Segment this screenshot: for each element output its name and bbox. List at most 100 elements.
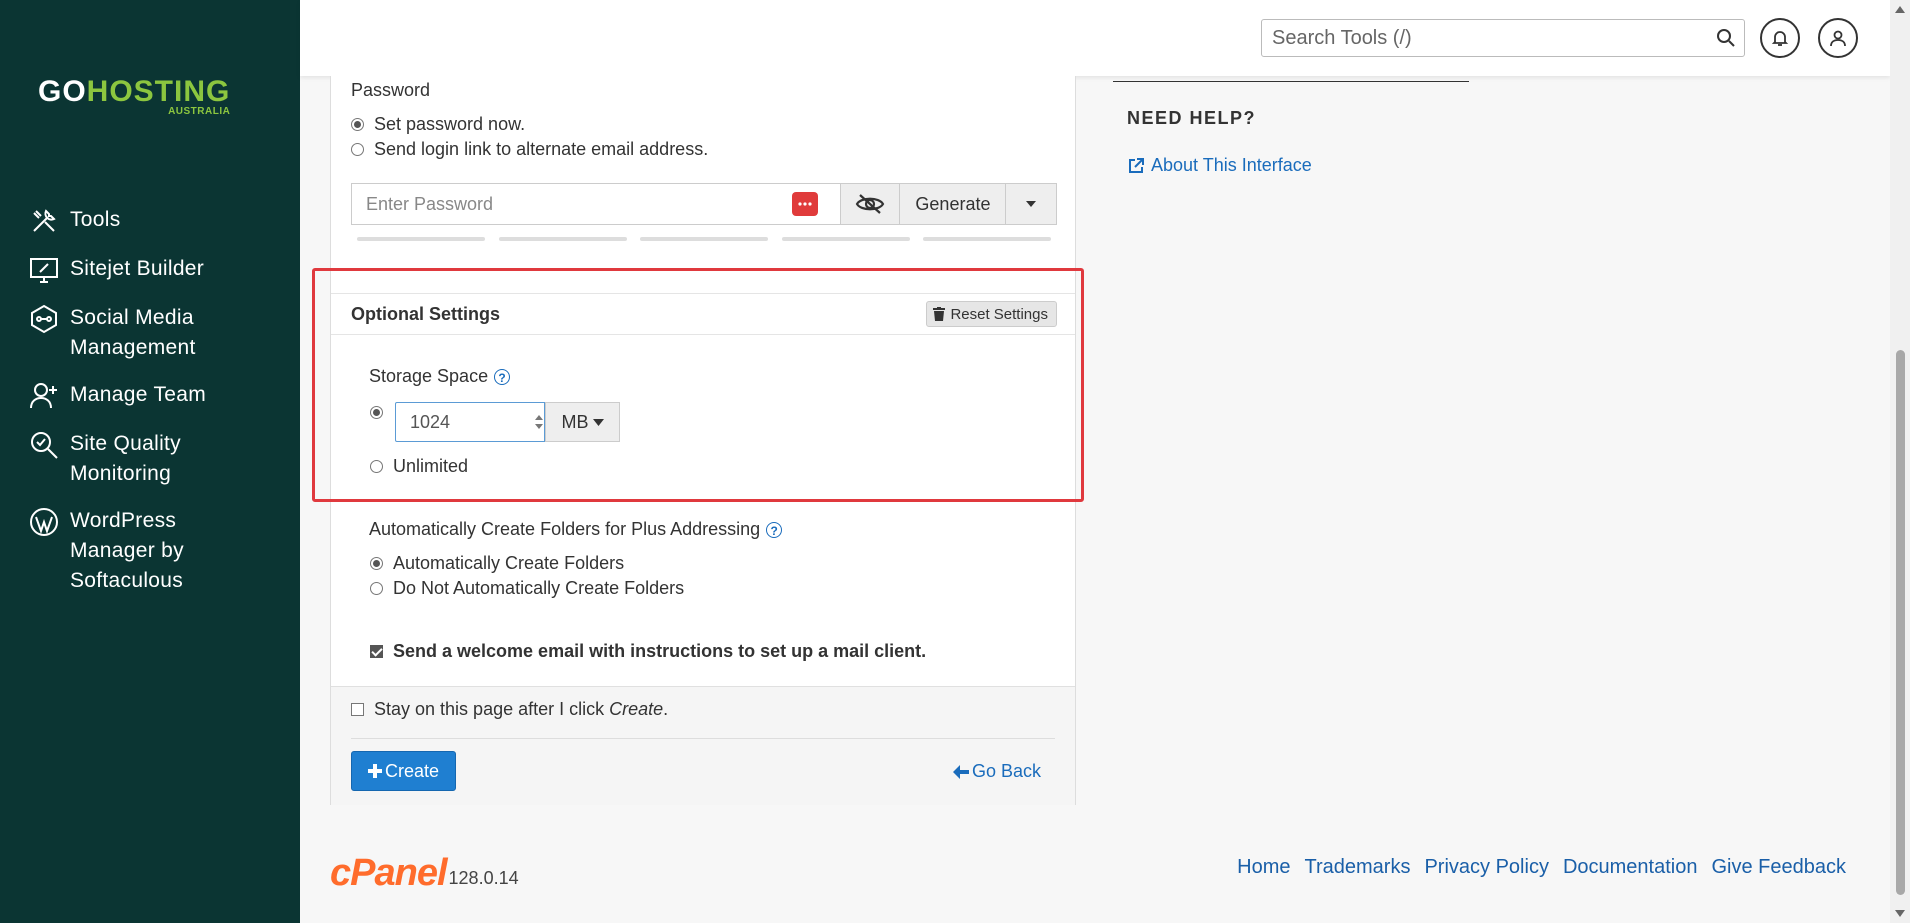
scroll-thumb[interactable] (1896, 350, 1905, 895)
search-input[interactable] (1262, 20, 1702, 56)
notifications-button[interactable] (1760, 18, 1800, 58)
create-button[interactable]: Create (351, 751, 456, 791)
storage-limited-radio[interactable] (370, 406, 383, 419)
stay-on-page-checkbox[interactable] (351, 703, 364, 716)
sidebar-item-label: WordPress Manager by Softaculous (70, 509, 184, 592)
social-media-icon (31, 304, 57, 334)
plus-addressing-text: Automatically Create Folders for Plus Ad… (369, 519, 761, 539)
search-quality-icon (31, 432, 58, 459)
top-bar (300, 0, 1890, 76)
set-password-radio[interactable] (351, 118, 364, 131)
cpanel-logo[interactable]: cPanel 128.0.14 (330, 852, 519, 894)
password-input-group: Generate (351, 183, 1057, 225)
gohosting-logo[interactable]: GOHOSTING AUSTRALIA (38, 75, 231, 118)
search-icon[interactable] (1716, 28, 1736, 48)
eye-slash-icon (855, 194, 885, 214)
storage-unlimited-option[interactable]: Unlimited (370, 456, 468, 477)
no-auto-create-folders-label: Do Not Automatically Create Folders (393, 578, 685, 598)
storage-unit-label: MB (561, 411, 589, 432)
storage-space-text: Storage Space (369, 366, 489, 386)
send-login-link-radio[interactable] (351, 143, 364, 156)
cpanel-mark: cPanel (330, 852, 448, 894)
password-input[interactable] (352, 184, 840, 224)
welcome-email-checkbox[interactable] (370, 645, 383, 658)
search-box (1261, 19, 1745, 57)
add-user-icon (30, 383, 57, 409)
storage-unlimited-label: Unlimited (393, 456, 469, 476)
storage-unit-dropdown[interactable]: MB (545, 402, 620, 442)
storage-unlimited-radio[interactable] (370, 460, 383, 473)
stay-on-page-label: Stay on this page after I click Create. (374, 699, 669, 719)
generate-options-dropdown[interactable] (1005, 184, 1056, 224)
storage-quota-input[interactable] (396, 404, 534, 440)
sidebar-item-social-media[interactable]: Social Media Management (0, 303, 300, 363)
go-back-link[interactable]: Go Back (952, 761, 1041, 782)
about-interface-label: About This Interface (1151, 155, 1312, 175)
spinner-arrows-icon[interactable] (534, 412, 544, 432)
create-label: Create (384, 760, 440, 781)
sidebar-item-wordpress[interactable]: WordPress Manager by Softaculous (0, 506, 300, 596)
sidebar-item-label: Tools (70, 208, 121, 231)
sidebar-item-sitejet[interactable]: Sitejet Builder (0, 254, 300, 286)
footer-link-trademarks[interactable]: Trademarks (1305, 856, 1411, 879)
strength-bar-1 (357, 237, 485, 241)
footer-link-home[interactable]: Home (1237, 856, 1290, 879)
plus-icon (367, 764, 382, 778)
optional-settings-header: Optional Settings Reset Settings (331, 293, 1075, 335)
sidebar-item-label: Social Media Management (70, 306, 196, 359)
reset-settings-button[interactable]: Reset Settings (926, 301, 1057, 327)
wordpress-icon (30, 508, 58, 536)
bell-icon (1771, 31, 1789, 46)
arrow-left-icon (952, 764, 969, 779)
reset-settings-label: Reset Settings (950, 305, 1048, 323)
about-interface-link[interactable]: About This Interface (1127, 155, 1312, 176)
password-manager-icon[interactable] (792, 192, 818, 216)
no-auto-create-folders-option[interactable]: Do Not Automatically Create Folders (370, 578, 684, 599)
footer-link-feedback[interactable]: Give Feedback (1711, 856, 1846, 879)
external-link-icon (1129, 157, 1144, 173)
scroll-down-arrow[interactable] (1895, 910, 1905, 917)
logo-hosting: HOSTING (86, 75, 231, 108)
help-divider (1113, 81, 1469, 82)
create-email-form: Password Set password now. Send login li… (330, 76, 1076, 805)
sidebar-item-site-quality[interactable]: Site Quality Monitoring (0, 429, 300, 489)
storage-space-label: Storage Space? (369, 366, 511, 387)
send-login-link-label: Send login link to alternate email addre… (374, 139, 709, 159)
generate-password-button[interactable]: Generate (899, 184, 1006, 224)
caret-down-icon (592, 418, 604, 426)
sidebar-item-label: Sitejet Builder (70, 257, 205, 280)
no-auto-create-folders-radio[interactable] (370, 582, 383, 595)
help-icon[interactable]: ? (766, 522, 783, 539)
footer-link-privacy[interactable]: Privacy Policy (1424, 856, 1548, 879)
strength-bar-5 (923, 237, 1051, 241)
cpanel-version: 128.0.14 (448, 868, 519, 888)
sidebar-nav: Tools Sitejet Builder Social Media Manag… (0, 205, 300, 613)
trash-icon (933, 307, 946, 321)
sidebar-item-manage-team[interactable]: Manage Team (0, 380, 300, 412)
welcome-email-option[interactable]: Send a welcome email with instructions t… (370, 641, 926, 662)
help-icon[interactable]: ? (494, 369, 511, 386)
set-password-label: Set password now. (374, 114, 526, 134)
page-scrollbar[interactable] (1890, 0, 1910, 923)
strength-bar-3 (640, 237, 768, 241)
toggle-visibility-button[interactable] (840, 184, 900, 224)
user-menu-button[interactable] (1818, 18, 1858, 58)
stay-on-page-option[interactable]: Stay on this page after I click Create. (351, 699, 668, 720)
auto-create-folders-option[interactable]: Automatically Create Folders (370, 553, 624, 574)
footer-link-documentation[interactable]: Documentation (1563, 856, 1698, 879)
monitor-builder-icon (30, 258, 58, 283)
send-login-link-option[interactable]: Send login link to alternate email addre… (351, 139, 708, 160)
scroll-up-arrow[interactable] (1895, 6, 1905, 13)
storage-quota-stepper[interactable] (395, 402, 545, 442)
tools-icon (33, 209, 56, 232)
strength-bar-2 (499, 237, 627, 241)
sidebar-item-label: Manage Team (70, 383, 206, 406)
set-password-option[interactable]: Set password now. (351, 114, 525, 135)
need-help-title: NEED HELP? (1127, 108, 1257, 128)
sidebar-item-tools[interactable]: Tools (0, 205, 300, 237)
divider (351, 738, 1055, 739)
auto-create-folders-radio[interactable] (370, 557, 383, 570)
welcome-email-label: Send a welcome email with instructions t… (393, 641, 927, 661)
sidebar-item-label: Site Quality Monitoring (70, 432, 181, 485)
form-actions: Stay on this page after I click Create. … (331, 686, 1075, 805)
